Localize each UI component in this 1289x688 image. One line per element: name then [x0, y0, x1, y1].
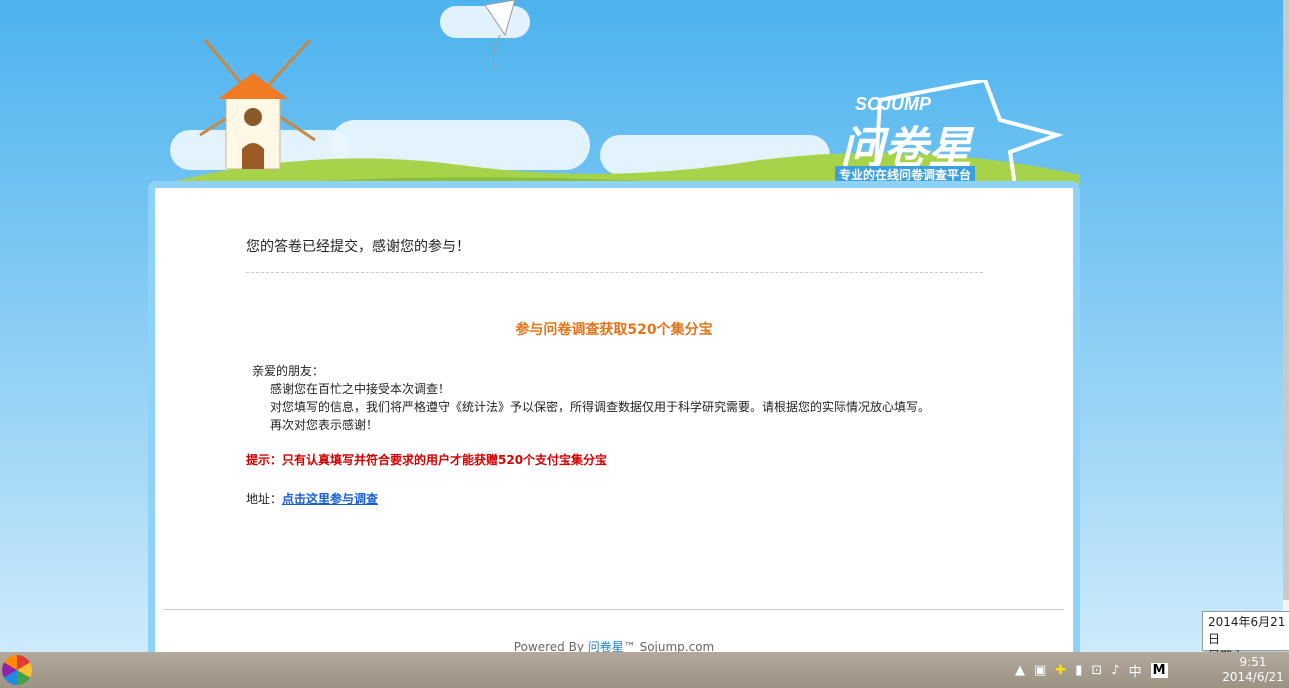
date-tooltip: 2014年6月21日 星期六 [1202, 611, 1289, 663]
taskbar: ▲ ▣ ✚ ▮ ⊡ ♪ 中 M 9:51 2014/6/21 [0, 652, 1289, 688]
page-scrollbar[interactable] [1283, 0, 1289, 652]
clock-time: 9:51 [1239, 655, 1267, 669]
letter-greeting: 亲爱的朋友： [252, 364, 325, 378]
submit-thanks-text: 您的答卷已经提交，感谢您的参与！ [246, 239, 470, 255]
ime-indicator[interactable]: 中 [1129, 661, 1142, 680]
scrollbar-thumb[interactable] [1283, 0, 1289, 600]
network-icon[interactable]: ⊡ [1091, 663, 1102, 678]
windmill-illustration [199, 38, 316, 170]
ime-mode-indicator[interactable]: M [1150, 663, 1168, 678]
survey-link[interactable]: 点击这里参与调查 [282, 492, 378, 506]
taskbar-clock[interactable]: 9:51 2014/6/21 [1222, 655, 1284, 685]
tooltip-date: 2014年6月21日 [1208, 615, 1286, 646]
letter-line-1: 感谢您在百忙之中接受本次调查！ [270, 382, 451, 396]
address-row: 地址：点击这里参与调查 [246, 490, 378, 507]
tray-expand-icon[interactable]: ▲ [1015, 663, 1025, 678]
system-tray: ▲ ▣ ✚ ▮ ⊡ ♪ 中 M [1015, 661, 1168, 680]
kite-illustration [484, 0, 516, 69]
start-button-icon[interactable] [2, 655, 32, 685]
volume-icon[interactable]: ♪ [1111, 663, 1119, 678]
promo-title: 参与问卷调查获取520个集分宝 [515, 322, 713, 338]
footer-divider [163, 609, 1064, 610]
letter-line-2: 对您填写的信息，我们将严格遵守《统计法》予以保密，所得调查数据仅用于科学研究需要… [270, 400, 931, 414]
battery-icon[interactable]: ▮ [1075, 663, 1082, 678]
content-card-inner: 您的答卷已经提交，感谢您的参与！ 参与问卷调查获取520个集分宝 亲爱的朋友： … [155, 188, 1073, 665]
content-card: 您的答卷已经提交，感谢您的参与！ 参与问卷调查获取520个集分宝 亲爱的朋友： … [148, 181, 1080, 665]
letter-block: 亲爱的朋友： 感谢您在百忙之中接受本次调查！ 对您填写的信息，我们将严格遵守《统… [252, 362, 930, 434]
letter-line-3: 再次对您表示感谢！ [270, 418, 379, 432]
hint-text: 提示：只有认真填写并符合要求的用户才能获赠520个支付宝集分宝 [246, 453, 608, 467]
header-banner: SOJUMP 问卷星 专业的在线问卷调查平台 [0, 0, 1283, 190]
tray-plus-icon[interactable]: ✚ [1055, 663, 1066, 678]
clock-date: 2014/6/21 [1222, 670, 1284, 684]
dashed-divider [246, 272, 983, 273]
sojump-logo: SOJUMP 问卷星 专业的在线问卷调查平台 [835, 80, 1065, 185]
tray-app-icon[interactable]: ▣ [1034, 663, 1046, 678]
address-label: 地址： [246, 492, 283, 506]
